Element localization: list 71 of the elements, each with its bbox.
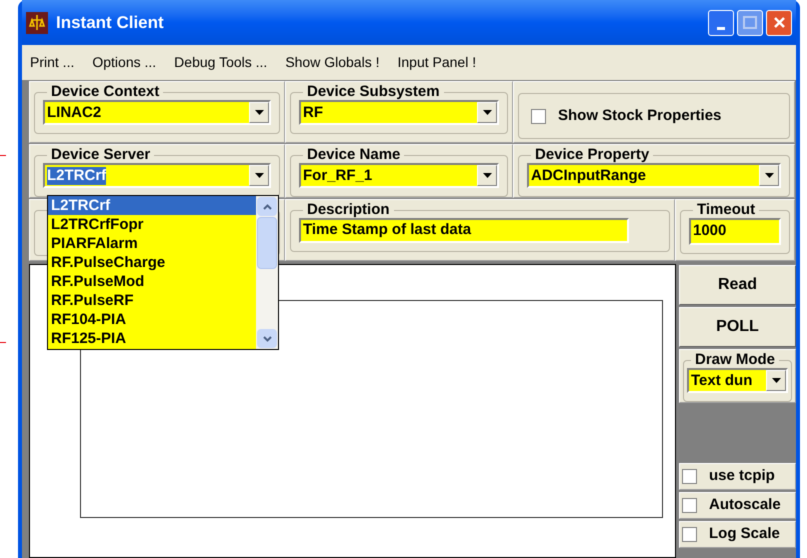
field-value: Text dun [691,372,752,390]
group-label: Device Name [306,147,402,163]
group-label: Device Server [50,147,152,163]
dropdown-field[interactable]: LINAC2 [43,100,271,125]
menu-item[interactable]: Debug Tools ... [174,52,268,73]
caret-icon [254,110,264,115]
app-icon [26,12,48,34]
field-value: LINAC2 [47,104,102,122]
dropdown-field[interactable]: For_RF_1 [299,163,499,188]
menu-item[interactable]: Input Panel ! [397,52,476,73]
list-option[interactable]: RF104-PIA [48,310,256,329]
caret-icon [254,173,264,178]
close-icon [772,16,786,29]
checkbox-label: Show Stock Properties [558,106,722,126]
menu-item[interactable]: Options ... [92,52,156,73]
down-chevron-icon [262,336,272,342]
window-title: Instant Client [56,12,165,34]
list-option[interactable]: L2TRCrf [48,196,256,215]
dropdown-field[interactable]: RF [299,100,499,125]
maximize-button[interactable] [737,10,763,36]
dropdown-button[interactable] [249,165,269,186]
field-value: For_RF_1 [303,166,372,184]
timeout-field[interactable]: 1000 [689,218,781,245]
group-label: Device Subsystem [306,84,441,100]
dropdown-field[interactable]: ADCInputRange [527,163,781,188]
dropdown-button[interactable] [766,370,786,391]
field-value: ADCInputRange [531,166,646,184]
margin-tick [0,342,6,343]
up-chevron-icon [262,204,272,210]
description-field[interactable]: Time Stamp of last data [299,218,629,243]
dropdown-field[interactable]: Text dun [687,368,788,393]
scrollbar[interactable] [256,196,278,349]
checkbox-label: use tcpip [709,466,775,486]
list-option[interactable]: RF.PulseCharge [48,253,256,272]
minimize-icon [717,26,725,30]
group-label: Description [306,202,391,218]
field-value: RF [303,104,323,122]
minimize-button[interactable] [708,10,734,36]
checkbox[interactable] [682,469,697,484]
group-label: Draw Mode [694,352,776,368]
menu-item[interactable]: Show Globals ! [285,52,380,73]
action-button[interactable]: Read [679,265,796,305]
list-option[interactable]: L2TRCrfFopr [48,215,256,234]
group-label: Device Property [534,147,650,163]
dropdown-button[interactable] [249,102,269,123]
caret-icon [772,378,780,383]
checkbox[interactable] [682,527,697,542]
group-label: Device Context [50,84,160,100]
caret-icon [482,173,492,178]
caret-icon [764,173,774,178]
caret-icon [482,110,492,115]
checkbox-label: Autoscale [709,495,781,516]
list-option[interactable]: PIARFAlarm [48,234,256,253]
checkbox[interactable] [531,108,546,124]
action-button[interactable]: POLL [679,307,796,347]
dropdown-button[interactable] [477,165,497,186]
checkbox-label: Log Scale [709,524,780,544]
scroll-thumb[interactable] [257,217,277,269]
menu-item[interactable]: Print ... [30,52,74,73]
dropdown-button[interactable] [759,165,779,186]
list-option[interactable]: RF.PulseMod [48,272,256,291]
checkbox[interactable] [682,498,697,513]
scroll-up-button[interactable] [257,197,277,216]
dropdown-button[interactable] [477,102,497,123]
group-label: Timeout [696,202,756,218]
list-option[interactable]: RF125-PIA [48,329,256,348]
scroll-down-button[interactable] [257,329,277,348]
close-button[interactable] [766,10,792,36]
margin-tick [0,155,6,156]
maximize-icon [743,16,757,29]
list-option[interactable]: RF.PulseRF [48,291,256,310]
